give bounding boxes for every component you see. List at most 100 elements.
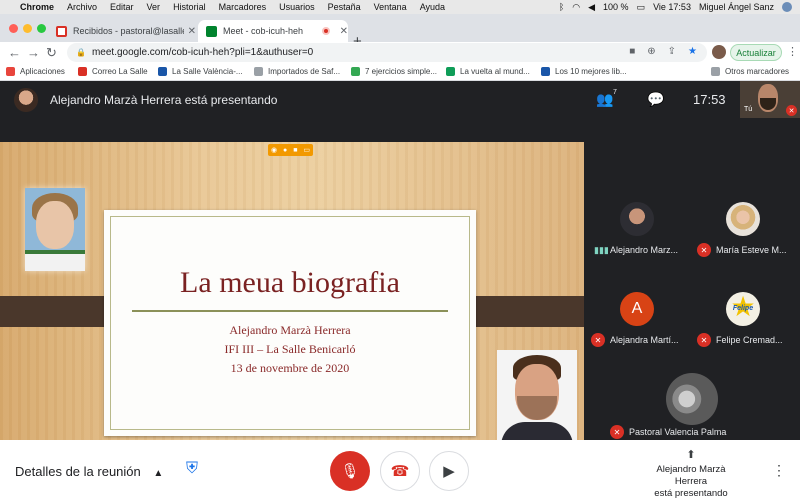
mic-off-icon: ✕ — [591, 333, 605, 347]
menubar-datetime[interactable]: Vie 17:53 — [653, 2, 691, 12]
people-icon[interactable]: 👥 — [596, 91, 613, 108]
url-text[interactable]: meet.google.com/cob-icuh-heh?pli=1&authu… — [92, 47, 313, 58]
menu-ventana[interactable]: Ventana — [374, 2, 407, 12]
menu-ver[interactable]: Ver — [147, 2, 161, 12]
update-button[interactable]: Actualizar — [730, 44, 782, 61]
firefox-icon: ◉ — [270, 147, 278, 154]
presenting-banner: Alejandro Marzà Herrera está presentando — [50, 93, 278, 107]
participant-name: Alejandra Martí... — [610, 335, 679, 345]
user-avatar-icon[interactable] — [782, 2, 792, 12]
menu-pestana[interactable]: Pestaña — [328, 2, 361, 12]
folder-icon — [254, 67, 263, 76]
window-minimize-button[interactable] — [23, 24, 32, 33]
menu-ayuda[interactable]: Ayuda — [420, 2, 445, 12]
back-icon[interactable]: ← — [8, 45, 21, 60]
bookmark-ejercicios[interactable]: 7 ejercicios simple... — [351, 67, 437, 76]
menu-marcadores[interactable]: Marcadores — [219, 2, 267, 12]
screen-share-indicator: ◉ ● ■ ▭ — [268, 144, 313, 156]
bookmark-otros[interactable]: Otros marcadores — [711, 67, 789, 76]
gmail-icon — [78, 67, 87, 76]
shield-lock-icon[interactable]: ⛨ — [182, 460, 202, 482]
participant-tile[interactable]: A ✕ Alejandra Martí... — [584, 292, 688, 347]
participant-tile[interactable]: ✕ María Esteve M... — [690, 202, 794, 257]
participant-avatar — [620, 202, 654, 236]
window-close-button[interactable] — [9, 24, 18, 33]
share-icon[interactable]: ⇪ — [668, 46, 676, 57]
site-icon — [446, 67, 455, 76]
lasalle-icon — [158, 67, 167, 76]
menubar-user[interactable]: Miguel Ángel Sanz — [699, 2, 774, 12]
self-view-tile[interactable]: Tú ✕ — [740, 81, 800, 118]
bluetooth-icon[interactable]: ᛒ — [559, 2, 564, 12]
chat-icon[interactable]: 💬 — [647, 91, 664, 108]
tab-meet[interactable]: Meet - cob-icuh-heh ✕ — [198, 20, 348, 42]
bookmark-libros[interactable]: Los 10 mejores lib... — [541, 67, 627, 76]
menu-usuarios[interactable]: Usuarios — [279, 2, 315, 12]
participant-name: Pastoral Valencia Palma — [629, 427, 727, 437]
bookmark-lasalle[interactable]: La Salle València-... — [158, 67, 243, 76]
close-tab-icon[interactable]: ✕ — [340, 26, 348, 37]
mic-icon: ● — [283, 146, 288, 154]
speaking-indicator-icon: ▮▮▮ — [594, 245, 609, 255]
meeting-details-button[interactable]: Detalles de la reunión ▲ — [15, 464, 163, 479]
profile-avatar-icon[interactable] — [712, 45, 726, 59]
slide-title-card: La meua biografia Alejandro Marzà Herrer… — [104, 210, 476, 436]
mic-off-icon: ✕ — [610, 425, 624, 439]
volume-icon[interactable]: ◀ — [588, 2, 595, 13]
menu-editar[interactable]: Editar — [110, 2, 134, 12]
mic-off-icon: ✕ — [697, 333, 711, 347]
reload-icon[interactable]: ↻ — [46, 45, 57, 61]
participant-name: Felipe Cremad... — [716, 335, 783, 345]
participant-tile[interactable]: ▮▮▮ Alejandro Marz... — [584, 202, 688, 255]
wifi-icon[interactable]: ◠ — [572, 2, 580, 13]
battery-percent[interactable]: 100 % — [603, 2, 629, 12]
window-zoom-button[interactable] — [37, 24, 46, 33]
window-icon: ▭ — [303, 147, 310, 154]
forward-icon[interactable]: → — [27, 45, 40, 60]
camera-permission-icon[interactable]: ■ — [629, 46, 635, 57]
hang-up-button[interactable]: ☎ — [380, 451, 420, 491]
zoom-icon[interactable]: ⊕ — [647, 46, 655, 57]
meet-top-controls: 👥 7 💬 17:53 — [584, 81, 740, 118]
presenting-status[interactable]: ⬆ Alejandro Marzà Herrera está presentan… — [646, 449, 736, 500]
felipe-logo-avatar: ★ Felipe — [726, 292, 760, 326]
menu-historial[interactable]: Historial — [173, 2, 206, 12]
participant-avatar — [666, 373, 718, 425]
address-bar[interactable]: 🔒 meet.google.com/cob-icuh-heh?pli=1&aut… — [67, 43, 707, 62]
lock-icon[interactable]: 🔒 — [76, 48, 86, 57]
slide: La meua biografia Alejandro Marzà Herrer… — [0, 142, 584, 440]
site-icon — [541, 67, 550, 76]
bookmark-apps[interactable]: Aplicaciones — [6, 67, 65, 76]
battery-icon: ▭ — [636, 1, 646, 12]
bookmark-star-icon[interactable]: ★ — [688, 46, 697, 57]
bookmark-vuelta[interactable]: La vuelta al mund... — [446, 67, 530, 76]
menu-archivo[interactable]: Archivo — [67, 2, 97, 12]
camera-icon: ■ — [293, 146, 298, 154]
bookmark-correo[interactable]: Correo La Salle — [78, 67, 148, 76]
slide-bar-left — [0, 296, 118, 327]
slide-author: Alejandro Marzà Herrera — [229, 323, 351, 337]
gmail-icon — [56, 25, 67, 37]
close-tab-icon[interactable]: ✕ — [188, 26, 196, 37]
recording-indicator-icon — [321, 27, 330, 35]
more-options-icon[interactable]: ⋮ — [772, 462, 786, 479]
mic-toggle-button[interactable]: 🎙 — [330, 451, 370, 491]
childhood-photo — [25, 188, 85, 271]
chrome-menu-icon[interactable]: ⋮ — [787, 45, 798, 58]
tab-title: Meet - cob-icuh-heh — [223, 26, 304, 36]
participant-name: Alejandro Marz... — [610, 245, 679, 255]
meet-bottom-bar: Detalles de la reunión ▲ ⛨ 🎙 ☎ ▶ ⬆ Aleja… — [0, 440, 800, 501]
heart-icon — [351, 67, 360, 76]
presenting-status-text: está presentando — [654, 488, 728, 499]
participant-tile[interactable]: ★ Felipe ✕ Felipe Cremad... — [690, 292, 794, 347]
participant-initial-avatar: A — [620, 292, 654, 326]
slide-title: La meua biografia — [180, 266, 400, 299]
camera-toggle-button[interactable]: ▶ — [429, 451, 469, 491]
slide-divider — [132, 310, 448, 312]
bookmark-safari-folder[interactable]: Importados de Saf... — [254, 67, 340, 76]
menu-chrome[interactable]: Chrome — [20, 2, 54, 12]
felipe-logo-text: Felipe — [732, 305, 754, 312]
slide-bar-right — [467, 296, 584, 327]
tab-gmail[interactable]: Recibidos - pastoral@lasallevp ✕ — [48, 20, 196, 42]
slide-course: IFI III – La Salle Benicarló — [224, 342, 356, 356]
